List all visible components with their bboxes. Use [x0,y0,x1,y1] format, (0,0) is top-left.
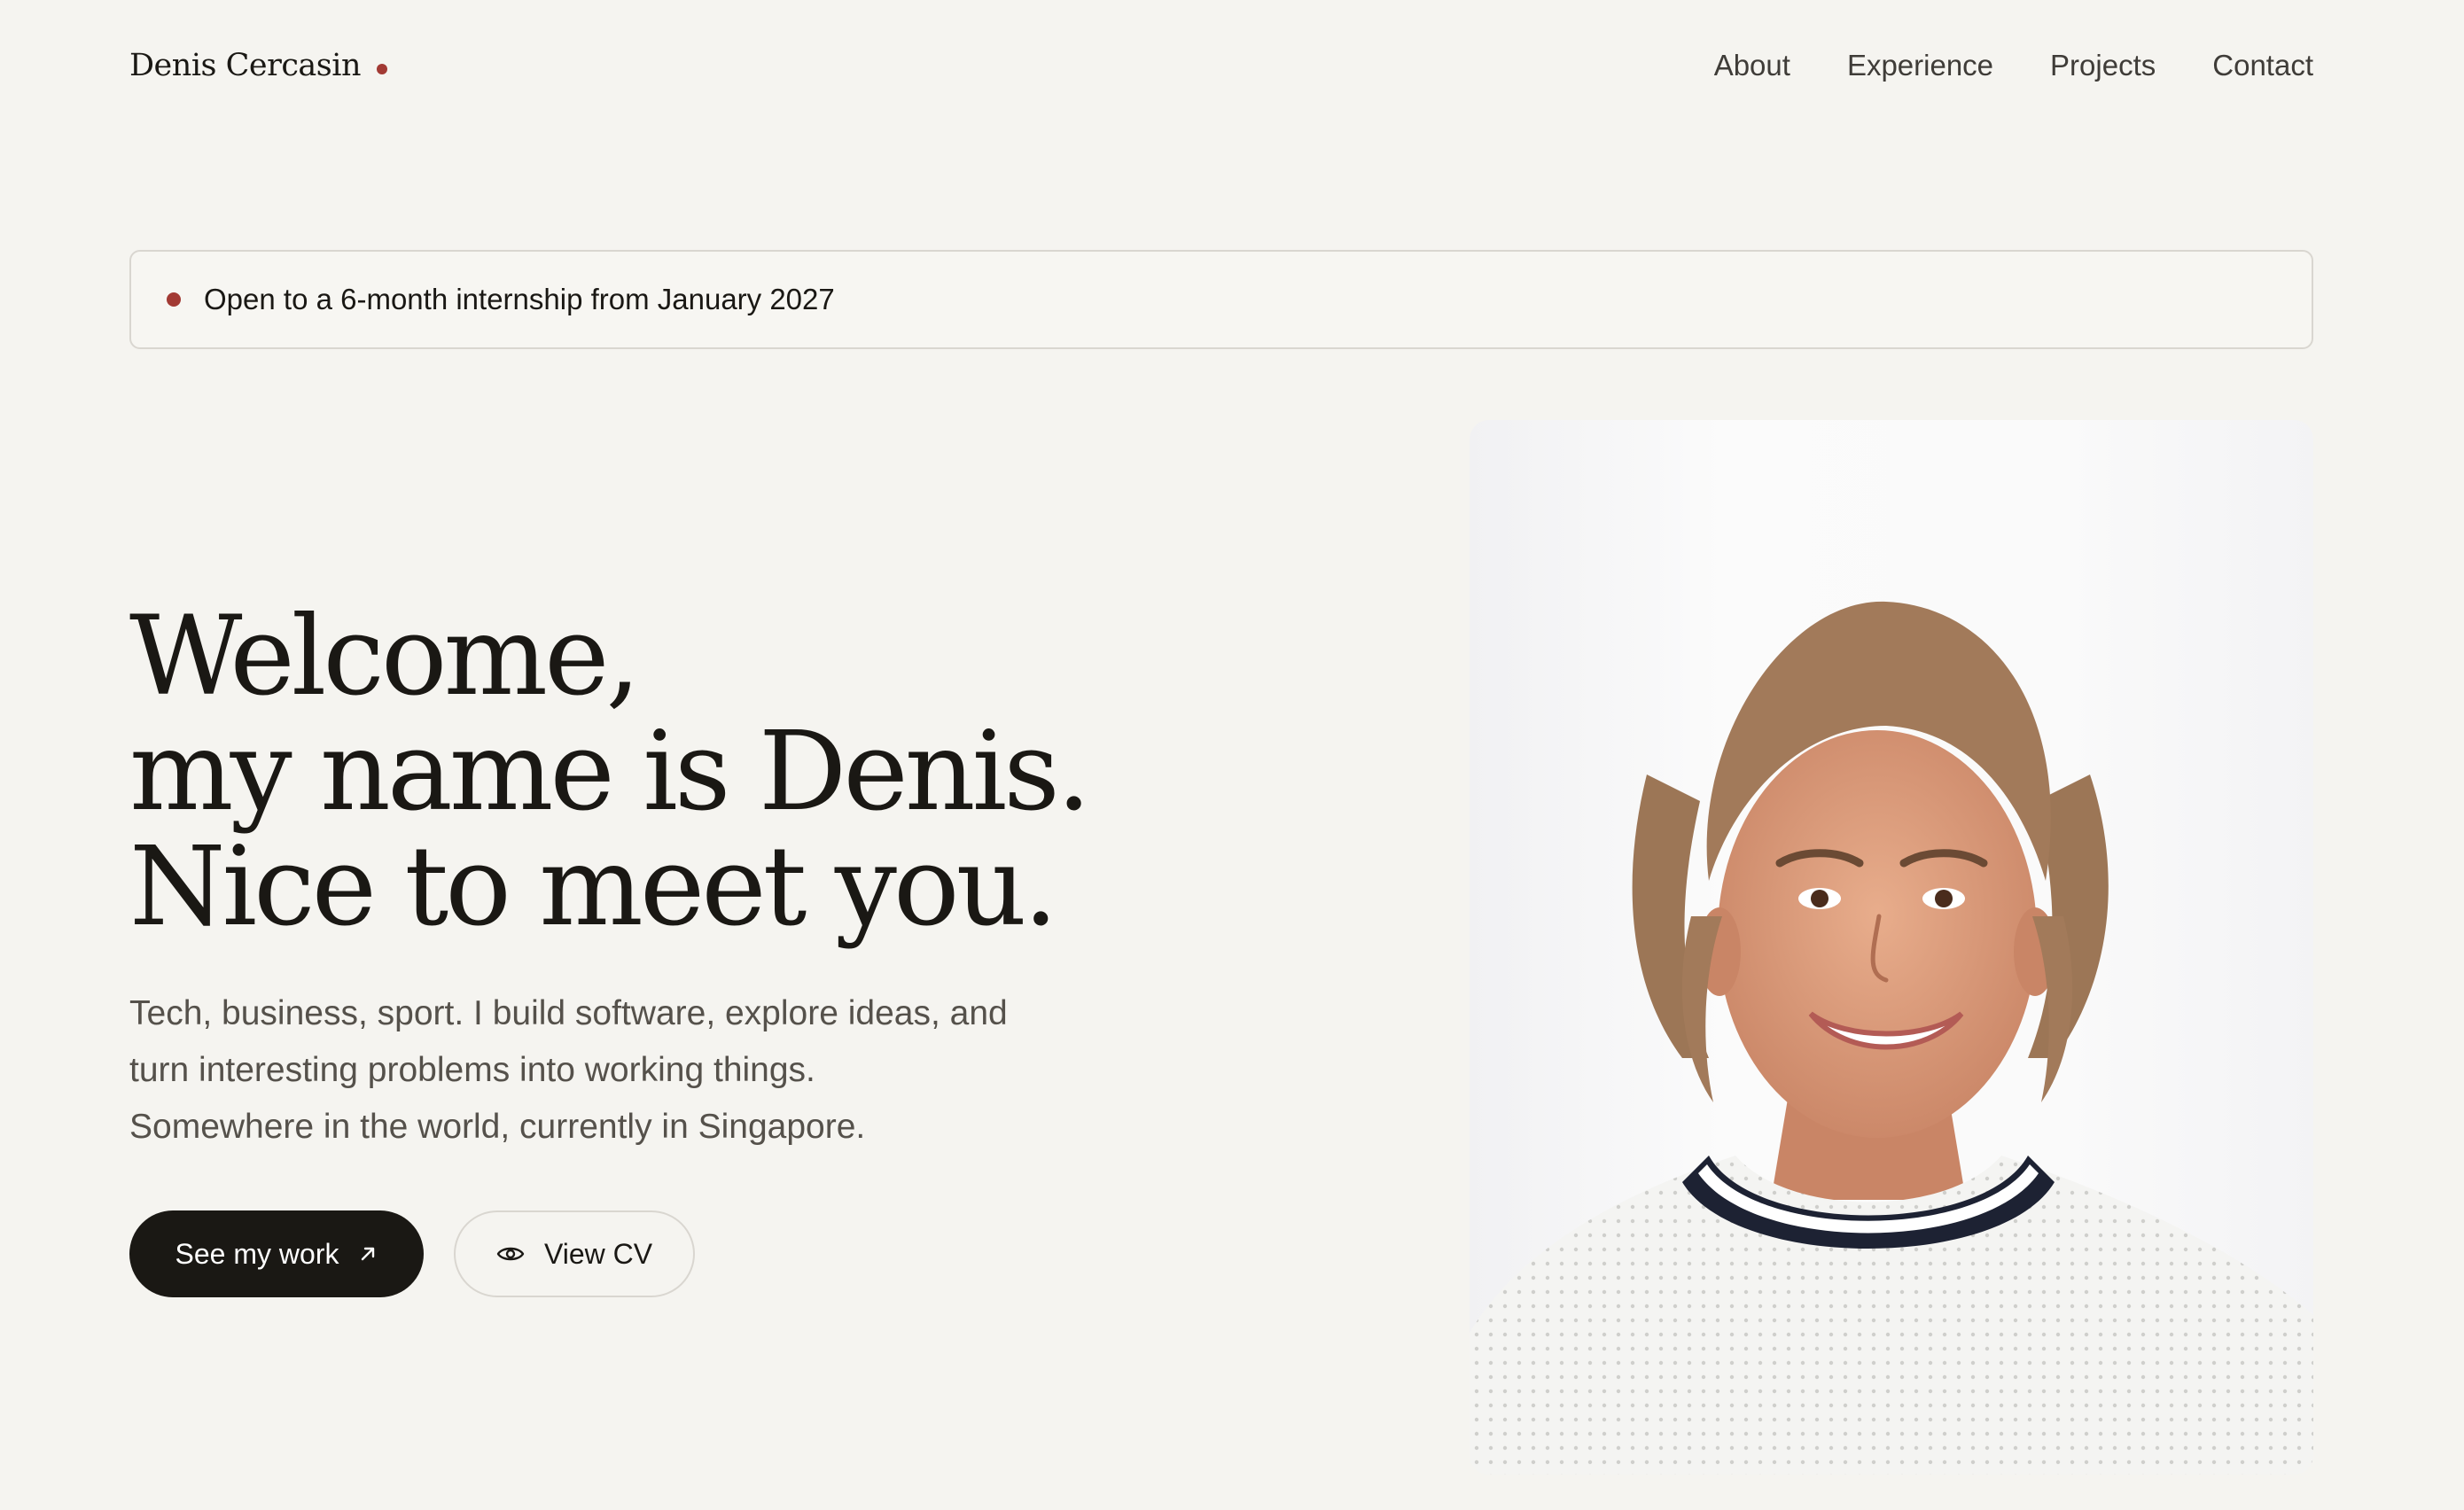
availability-banner: Open to a 6-month internship from Januar… [129,250,2313,349]
hero-description: Tech, business, sport. I build software,… [129,985,1228,1156]
hero-title-line: Nice to meet you. [129,823,1058,951]
view-cv-button[interactable]: View CV [454,1210,695,1297]
status-dot [167,292,181,307]
hero-title-line: my name is Denis. [129,708,1091,836]
arrow-up-right-icon [358,1244,378,1264]
hero-description-line: Somewhere in the world, currently in Sin… [129,1108,866,1146]
availability-text: Open to a 6-month internship from Januar… [204,283,835,315]
cta-buttons: See my work View CV [129,1210,695,1297]
profile-photo [1470,420,2313,1475]
hero-title: Welcome, my name is Denis. Nice to meet … [129,599,1370,945]
site-header: Denis Cercasin About Experience Projects… [129,39,2313,92]
hero-title-line: Welcome, [129,593,641,720]
see-my-work-label: See my work [175,1237,339,1270]
nav-link-about[interactable]: About [1714,49,1790,82]
brand-dot [377,64,387,74]
nav-link-experience[interactable]: Experience [1847,49,1993,82]
view-cv-label: View CV [543,1237,653,1270]
hero-description-line: Tech, business, sport. I build software,… [129,994,1008,1032]
see-my-work-button[interactable]: See my work [129,1210,424,1297]
brand-name: Denis Cercasin [129,48,362,83]
nav-link-contact[interactable]: Contact [2212,49,2313,82]
eye-icon [496,1244,525,1264]
main-nav: About Experience Projects Contact [1714,49,2313,82]
nav-link-projects[interactable]: Projects [2050,49,2156,82]
brand-logo[interactable]: Denis Cercasin [129,48,387,83]
hero-description-line: turn interesting problems into working t… [129,1051,815,1089]
